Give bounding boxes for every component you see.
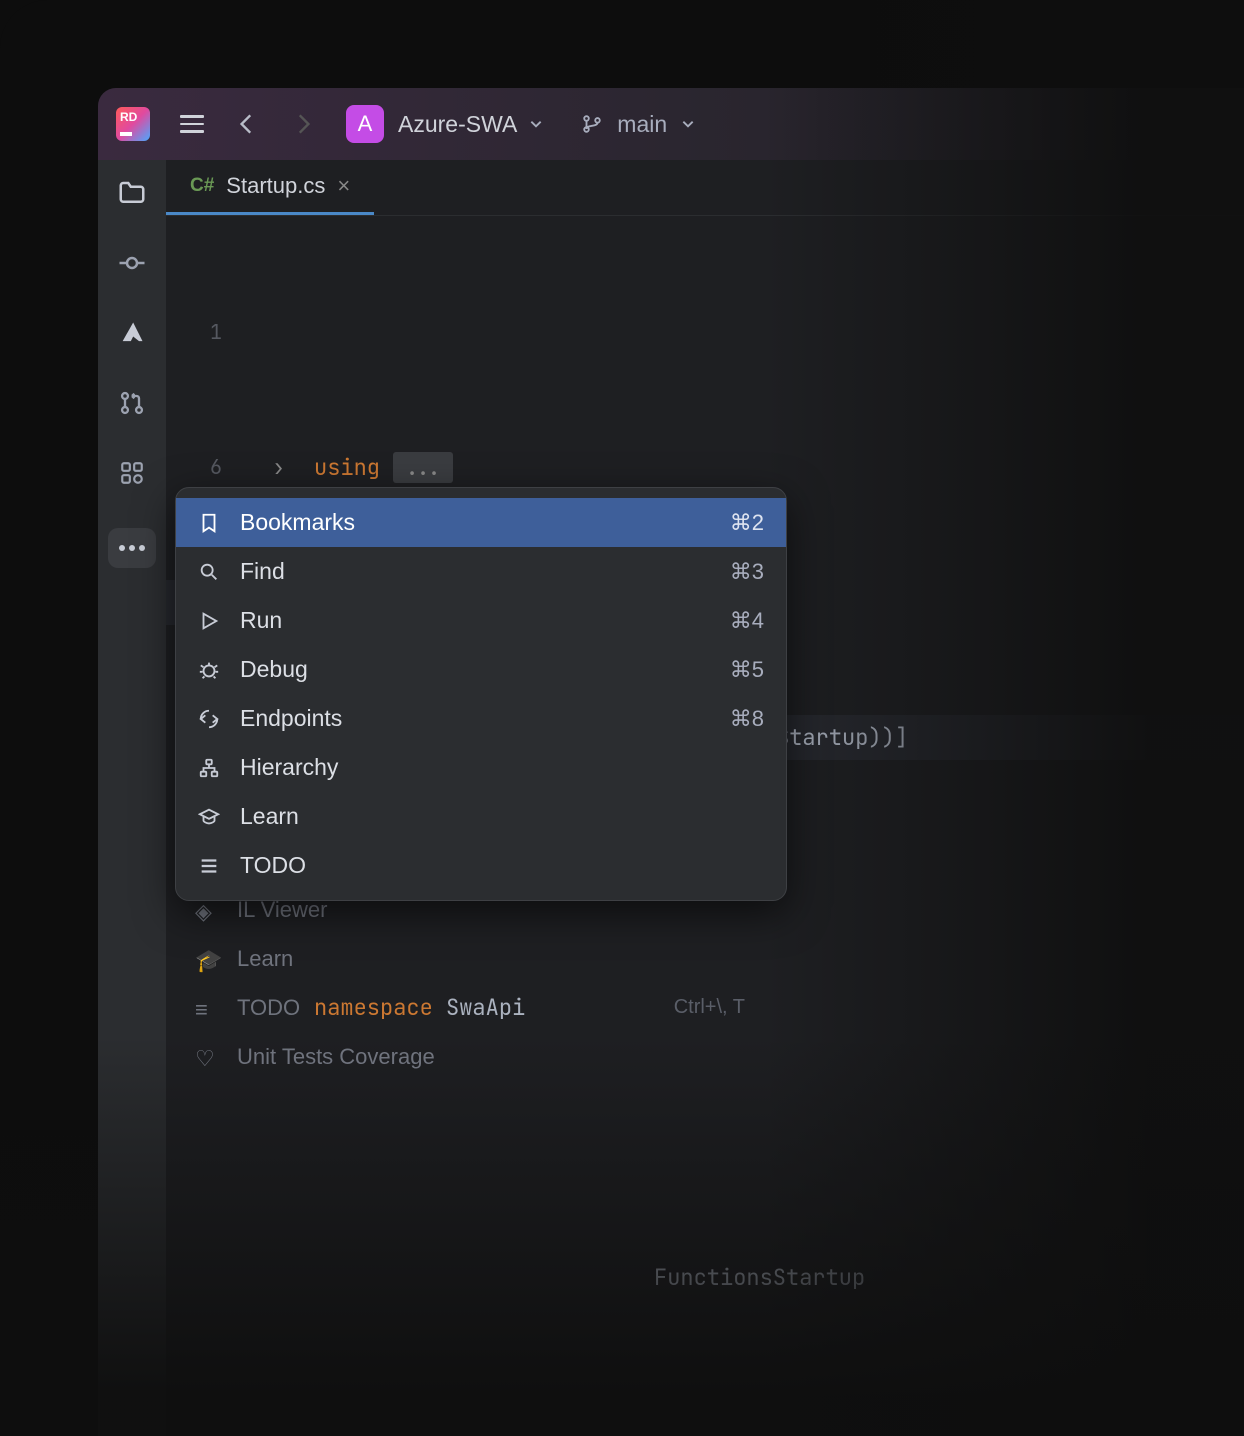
todo-icon: ≡ bbox=[195, 997, 217, 1019]
bg-menu-item: ≡TODOCtrl+\, T bbox=[175, 983, 765, 1032]
bug-icon bbox=[198, 659, 220, 681]
tool-windows-popup: Bookmarks ⌘2 Find ⌘3 Run ⌘4 Debug ⌘5 End… bbox=[175, 487, 787, 901]
popup-shortcut: ⌘8 bbox=[730, 706, 764, 732]
popup-shortcut: ⌘4 bbox=[730, 608, 764, 634]
chevron-down-icon bbox=[681, 117, 695, 131]
learn-icon: 🎓 bbox=[195, 948, 217, 970]
branch-name-label: main bbox=[617, 111, 667, 138]
coverage-icon: ♡ bbox=[195, 1046, 217, 1068]
popup-label: Find bbox=[240, 558, 285, 585]
editor-tab[interactable]: C# Startup.cs × bbox=[166, 160, 374, 215]
more-tools-button[interactable] bbox=[108, 528, 156, 568]
close-tab-icon[interactable]: × bbox=[337, 173, 350, 199]
file-lang-badge: C# bbox=[190, 175, 214, 197]
learn-icon bbox=[198, 806, 220, 828]
popup-label: Bookmarks bbox=[240, 509, 355, 536]
nav-back-icon[interactable] bbox=[234, 111, 260, 137]
popup-label: Run bbox=[240, 607, 282, 634]
titlebar: A Azure-SWA main bbox=[98, 88, 1244, 160]
bg-menu-item: 🎓Learn bbox=[175, 934, 765, 983]
popup-label: Learn bbox=[240, 803, 299, 830]
ellipsis-icon bbox=[118, 544, 146, 552]
popup-item-debug[interactable]: Debug ⌘5 bbox=[176, 645, 786, 694]
hierarchy-icon bbox=[198, 757, 220, 779]
editor-tabbar: C# Startup.cs × bbox=[166, 160, 1244, 216]
search-icon bbox=[198, 561, 220, 583]
popup-item-run[interactable]: Run ⌘4 bbox=[176, 596, 786, 645]
popup-item-hierarchy[interactable]: Hierarchy bbox=[176, 743, 786, 792]
il-icon: ◈ bbox=[195, 899, 217, 921]
commit-icon[interactable] bbox=[117, 248, 147, 278]
azure-icon[interactable] bbox=[117, 318, 147, 348]
popup-item-todo[interactable]: TODO bbox=[176, 841, 786, 890]
project-avatar[interactable]: A bbox=[346, 105, 384, 143]
popup-item-find[interactable]: Find ⌘3 bbox=[176, 547, 786, 596]
fold-chevron-icon: › bbox=[272, 445, 285, 490]
popup-item-endpoints[interactable]: Endpoints ⌘8 bbox=[176, 694, 786, 743]
popup-label: Debug bbox=[240, 656, 308, 683]
popup-label: Hierarchy bbox=[240, 754, 338, 781]
nav-forward-icon[interactable] bbox=[290, 111, 316, 137]
popup-shortcut: ⌘5 bbox=[730, 657, 764, 683]
popup-shortcut: ⌘2 bbox=[730, 510, 764, 536]
popup-item-bookmarks[interactable]: Bookmarks ⌘2 bbox=[176, 498, 786, 547]
project-name-label: Azure-SWA bbox=[398, 111, 517, 138]
popup-label: Endpoints bbox=[240, 705, 342, 732]
bg-menu-item: ♡Unit Tests Coverage bbox=[175, 1032, 765, 1081]
chevron-down-icon bbox=[529, 117, 543, 131]
project-selector[interactable]: Azure-SWA bbox=[398, 111, 543, 138]
bookmark-icon bbox=[198, 512, 220, 534]
branch-icon bbox=[581, 113, 603, 135]
app-logo[interactable] bbox=[116, 107, 150, 141]
endpoints-icon bbox=[198, 708, 220, 730]
structure-icon[interactable] bbox=[117, 458, 147, 488]
popup-label: TODO bbox=[240, 852, 306, 879]
pull-request-icon[interactable] bbox=[117, 388, 147, 418]
play-icon bbox=[198, 610, 220, 632]
folder-icon[interactable] bbox=[117, 178, 147, 208]
popup-shortcut: ⌘3 bbox=[730, 559, 764, 585]
branch-selector[interactable]: main bbox=[581, 111, 695, 138]
popup-item-learn[interactable]: Learn bbox=[176, 792, 786, 841]
left-tool-rail bbox=[98, 160, 166, 1436]
todo-icon bbox=[198, 855, 220, 877]
tab-filename: Startup.cs bbox=[226, 173, 325, 199]
hamburger-menu-icon[interactable] bbox=[180, 115, 204, 133]
